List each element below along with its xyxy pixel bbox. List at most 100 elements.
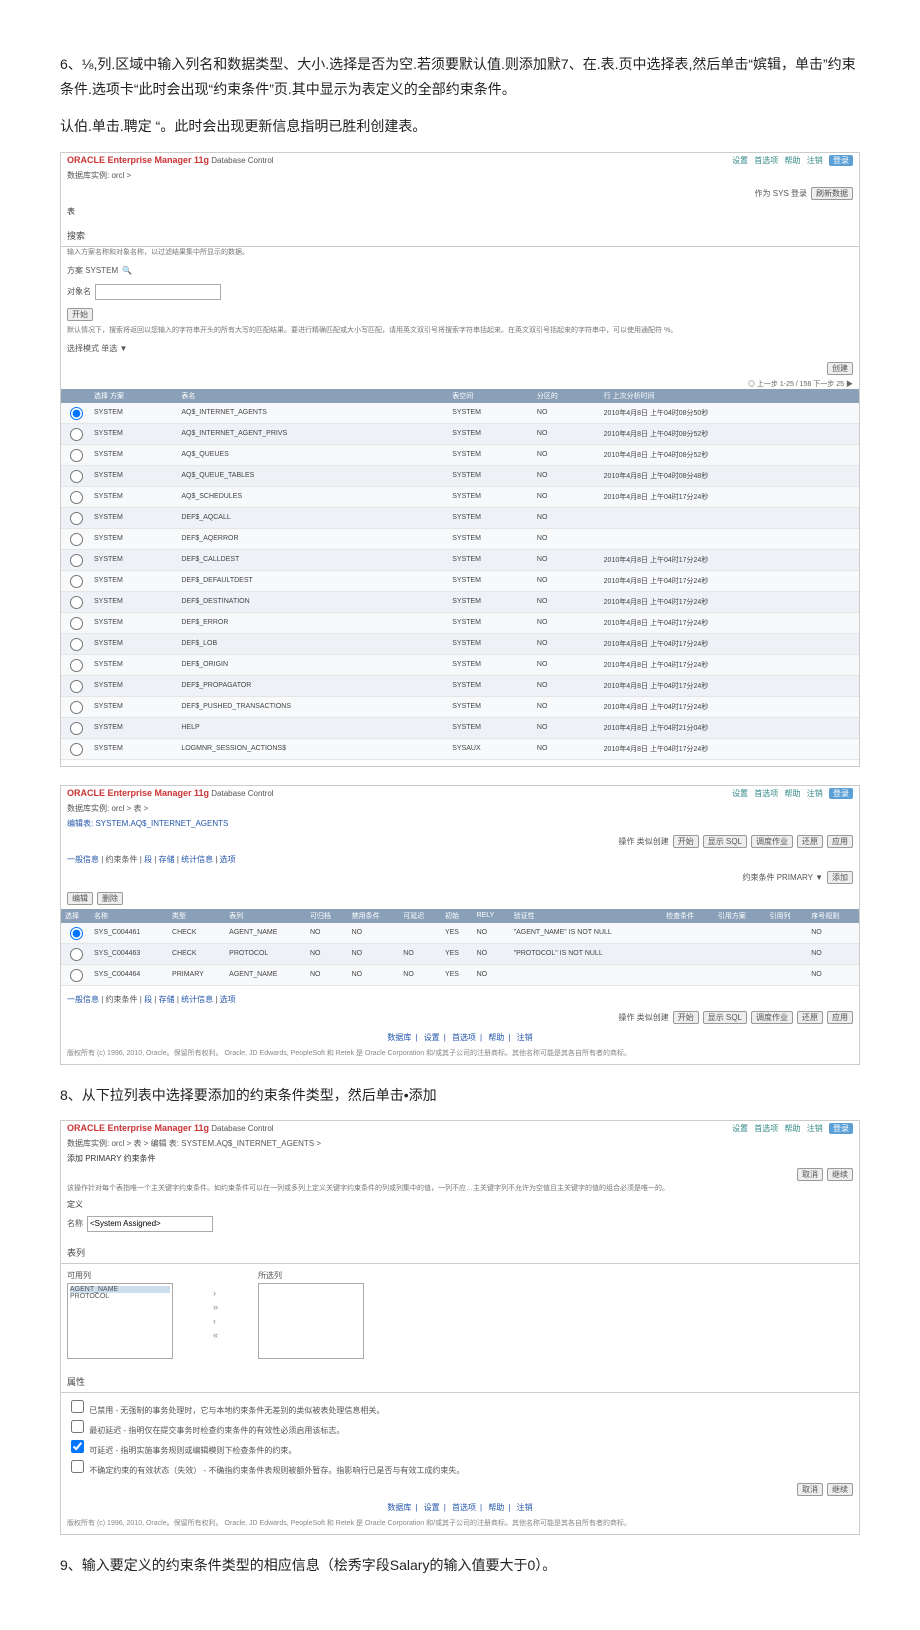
- row-radio[interactable]: [70, 554, 83, 567]
- tab-opts[interactable]: 选项: [220, 855, 236, 864]
- table-row[interactable]: SYSTEMDEF$_AQCALLSYSTEMNO: [61, 507, 859, 528]
- show-sql-button[interactable]: 显示 SQL: [703, 835, 747, 848]
- table-row[interactable]: SYSTEMAQ$_SCHEDULESSYSTEMNO2010年4月8日 上午0…: [61, 486, 859, 507]
- link-prefs[interactable]: 首选项: [754, 789, 778, 798]
- delete-button[interactable]: 删除: [97, 892, 123, 905]
- table-row[interactable]: SYSTEMDEF$_DESTINATIONSYSTEMNO2010年4月8日 …: [61, 591, 859, 612]
- row-radio[interactable]: [70, 969, 83, 982]
- link-help[interactable]: 帮助: [785, 789, 801, 798]
- col-part[interactable]: 分区的: [533, 389, 600, 403]
- table-row[interactable]: SYSTEMDEF$_PUSHED_TRANSACTIONSSYSTEMNO20…: [61, 696, 859, 717]
- table-row[interactable]: SYSTEMAQ$_QUEUESSYSTEMNO2010年4月8日 上午04时0…: [61, 444, 859, 465]
- table-row[interactable]: SYSTEMDEF$_PROPAGATORSYSTEMNO2010年4月8日 上…: [61, 675, 859, 696]
- table-row[interactable]: SYSTEMDEF$_AQERRORSYSTEMNO: [61, 528, 859, 549]
- link-logout[interactable]: 注销: [807, 789, 823, 798]
- tab-seg2[interactable]: 段: [144, 995, 152, 1004]
- link-help[interactable]: 帮助: [785, 1124, 801, 1133]
- create-button[interactable]: 创建: [827, 362, 853, 375]
- link-prefs[interactable]: 首选项: [754, 1124, 778, 1133]
- remove-all-icon[interactable]: «: [213, 1330, 218, 1340]
- table-row[interactable]: SYSTEMDEF$_CALLDESTSYSTEMNO2010年4月8日 上午0…: [61, 549, 859, 570]
- tab-opts2[interactable]: 选项: [220, 995, 236, 1004]
- link-settings[interactable]: 设置: [732, 789, 748, 798]
- object-input[interactable]: [95, 284, 221, 300]
- link-logout[interactable]: 注销: [807, 156, 823, 165]
- move-all-icon[interactable]: »: [213, 1302, 218, 1312]
- table-row[interactable]: SYSTEMDEF$_ERRORSYSTEMNO2010年4月8日 上午04时1…: [61, 612, 859, 633]
- row-radio[interactable]: [70, 470, 83, 483]
- revert-button[interactable]: 还原: [797, 835, 823, 848]
- add-button[interactable]: 添加: [827, 871, 853, 884]
- row-radio[interactable]: [70, 722, 83, 735]
- go-button[interactable]: 开始: [67, 308, 93, 321]
- tab-store2[interactable]: 存储: [159, 995, 175, 1004]
- apply-button[interactable]: 应用: [827, 835, 853, 848]
- cancel-button[interactable]: 取消: [797, 1168, 823, 1181]
- col-name[interactable]: 表名: [177, 389, 448, 403]
- link-prefs[interactable]: 首选项: [754, 156, 778, 165]
- col-schema[interactable]: 选择 方案: [90, 389, 177, 403]
- go-button2[interactable]: 开始: [673, 1011, 699, 1024]
- tab-seg[interactable]: 段: [144, 855, 152, 864]
- schedule-button2[interactable]: 调度作业: [751, 1011, 793, 1024]
- col-ts[interactable]: 表空间: [448, 389, 533, 403]
- row-radio[interactable]: [70, 575, 83, 588]
- table-row[interactable]: SYS_C004461CHECKAGENT_NAMENONOYESNO"AGEN…: [61, 923, 859, 944]
- footer-links[interactable]: 数据库| 设置| 首选项| 帮助| 注销: [61, 1028, 859, 1047]
- table-row[interactable]: SYSTEMDEF$_LOBSYSTEMNO2010年4月8日 上午04时17分…: [61, 633, 859, 654]
- link-settings[interactable]: 设置: [732, 156, 748, 165]
- apply-button2[interactable]: 应用: [827, 1011, 853, 1024]
- row-radio[interactable]: [70, 927, 83, 940]
- row-radio[interactable]: [70, 948, 83, 961]
- row-radio[interactable]: [70, 407, 83, 420]
- row-radio[interactable]: [70, 512, 83, 525]
- name-input[interactable]: [87, 1216, 213, 1232]
- revert-button2[interactable]: 还原: [797, 1011, 823, 1024]
- link-settings[interactable]: 设置: [732, 1124, 748, 1133]
- tab-stats2[interactable]: 统计信息: [181, 995, 213, 1004]
- row-radio[interactable]: [70, 659, 83, 672]
- table-row[interactable]: SYSTEMAQ$_QUEUE_TABLESSYSTEMNO2010年4月8日 …: [61, 465, 859, 486]
- selected-list[interactable]: [258, 1283, 364, 1359]
- table-row[interactable]: SYSTEMLOGMNR_SESSION_ACTIONS$SYSAUXNO201…: [61, 738, 859, 759]
- top-links[interactable]: 设置 首选项 帮助 注销 登录: [728, 155, 853, 166]
- row-radio[interactable]: [70, 596, 83, 609]
- show-sql-button2[interactable]: 显示 SQL: [703, 1011, 747, 1024]
- footer-links[interactable]: 数据库| 设置| 首选项| 帮助| 注销: [61, 1498, 859, 1517]
- check-deferrable[interactable]: 可延迟 - 指明实施事务规则或编辑模则下检查条件的约束。: [67, 1437, 853, 1457]
- table-row[interactable]: SYSTEMDEF$_DEFAULTDESTSYSTEMNO2010年4月8日 …: [61, 570, 859, 591]
- link-help[interactable]: 帮助: [785, 156, 801, 165]
- remove-icon[interactable]: ‹: [213, 1316, 218, 1326]
- tab-general[interactable]: 一般信息: [67, 855, 99, 864]
- top-links[interactable]: 设置 首选项 帮助 注销 登录: [728, 1123, 853, 1134]
- tab-stats[interactable]: 统计信息: [181, 855, 213, 864]
- row-radio[interactable]: [70, 449, 83, 462]
- tab-general2[interactable]: 一般信息: [67, 995, 99, 1004]
- tab-constraints[interactable]: 约束条件: [106, 855, 138, 864]
- row-radio[interactable]: [70, 743, 83, 756]
- table-row[interactable]: SYSTEMAQ$_INTERNET_AGENTSSYSTEMNO2010年4月…: [61, 403, 859, 424]
- list-item[interactable]: PROTOCOL: [70, 1293, 170, 1300]
- row-radio[interactable]: [70, 680, 83, 693]
- table-row[interactable]: SYSTEMHELPSYSTEMNO2010年4月8日 上午04时21分04秒: [61, 717, 859, 738]
- pagination-hint[interactable]: ◎ 上一步 1-25 / 156 下一步 25 ▶: [61, 379, 859, 389]
- flashlight-icon[interactable]: 🔍: [122, 266, 132, 275]
- move-icon[interactable]: ›: [213, 1288, 218, 1298]
- row-radio[interactable]: [70, 701, 83, 714]
- link-logout[interactable]: 注销: [807, 1124, 823, 1133]
- row-radio[interactable]: [70, 617, 83, 630]
- top-links[interactable]: 设置 首选项 帮助 注销 登录: [728, 788, 853, 799]
- tab-constraints2[interactable]: 约束条件: [106, 995, 138, 1004]
- check-disabled[interactable]: 已禁用 - 无强制的事务处理时，它与本地约束条件无差别的类似被表处理信息相关。: [67, 1397, 853, 1417]
- row-radio[interactable]: [70, 428, 83, 441]
- edit-button[interactable]: 编辑: [67, 892, 93, 905]
- row-radio[interactable]: [70, 533, 83, 546]
- check-initial[interactable]: 最初延迟 - 指明仅在提交事务时检查约束条件的有效性必须启用该标志。: [67, 1417, 853, 1437]
- continue-button[interactable]: 继续: [827, 1168, 853, 1181]
- cancel-button2[interactable]: 取消: [797, 1483, 823, 1496]
- tab-store[interactable]: 存储: [159, 855, 175, 864]
- available-list[interactable]: AGENT_NAME PROTOCOL: [67, 1283, 173, 1359]
- refresh-button[interactable]: 刷新数据: [811, 187, 853, 200]
- list-item[interactable]: AGENT_NAME: [70, 1286, 170, 1293]
- table-row[interactable]: SYSTEMDEF$_ORIGINSYSTEMNO2010年4月8日 上午04时…: [61, 654, 859, 675]
